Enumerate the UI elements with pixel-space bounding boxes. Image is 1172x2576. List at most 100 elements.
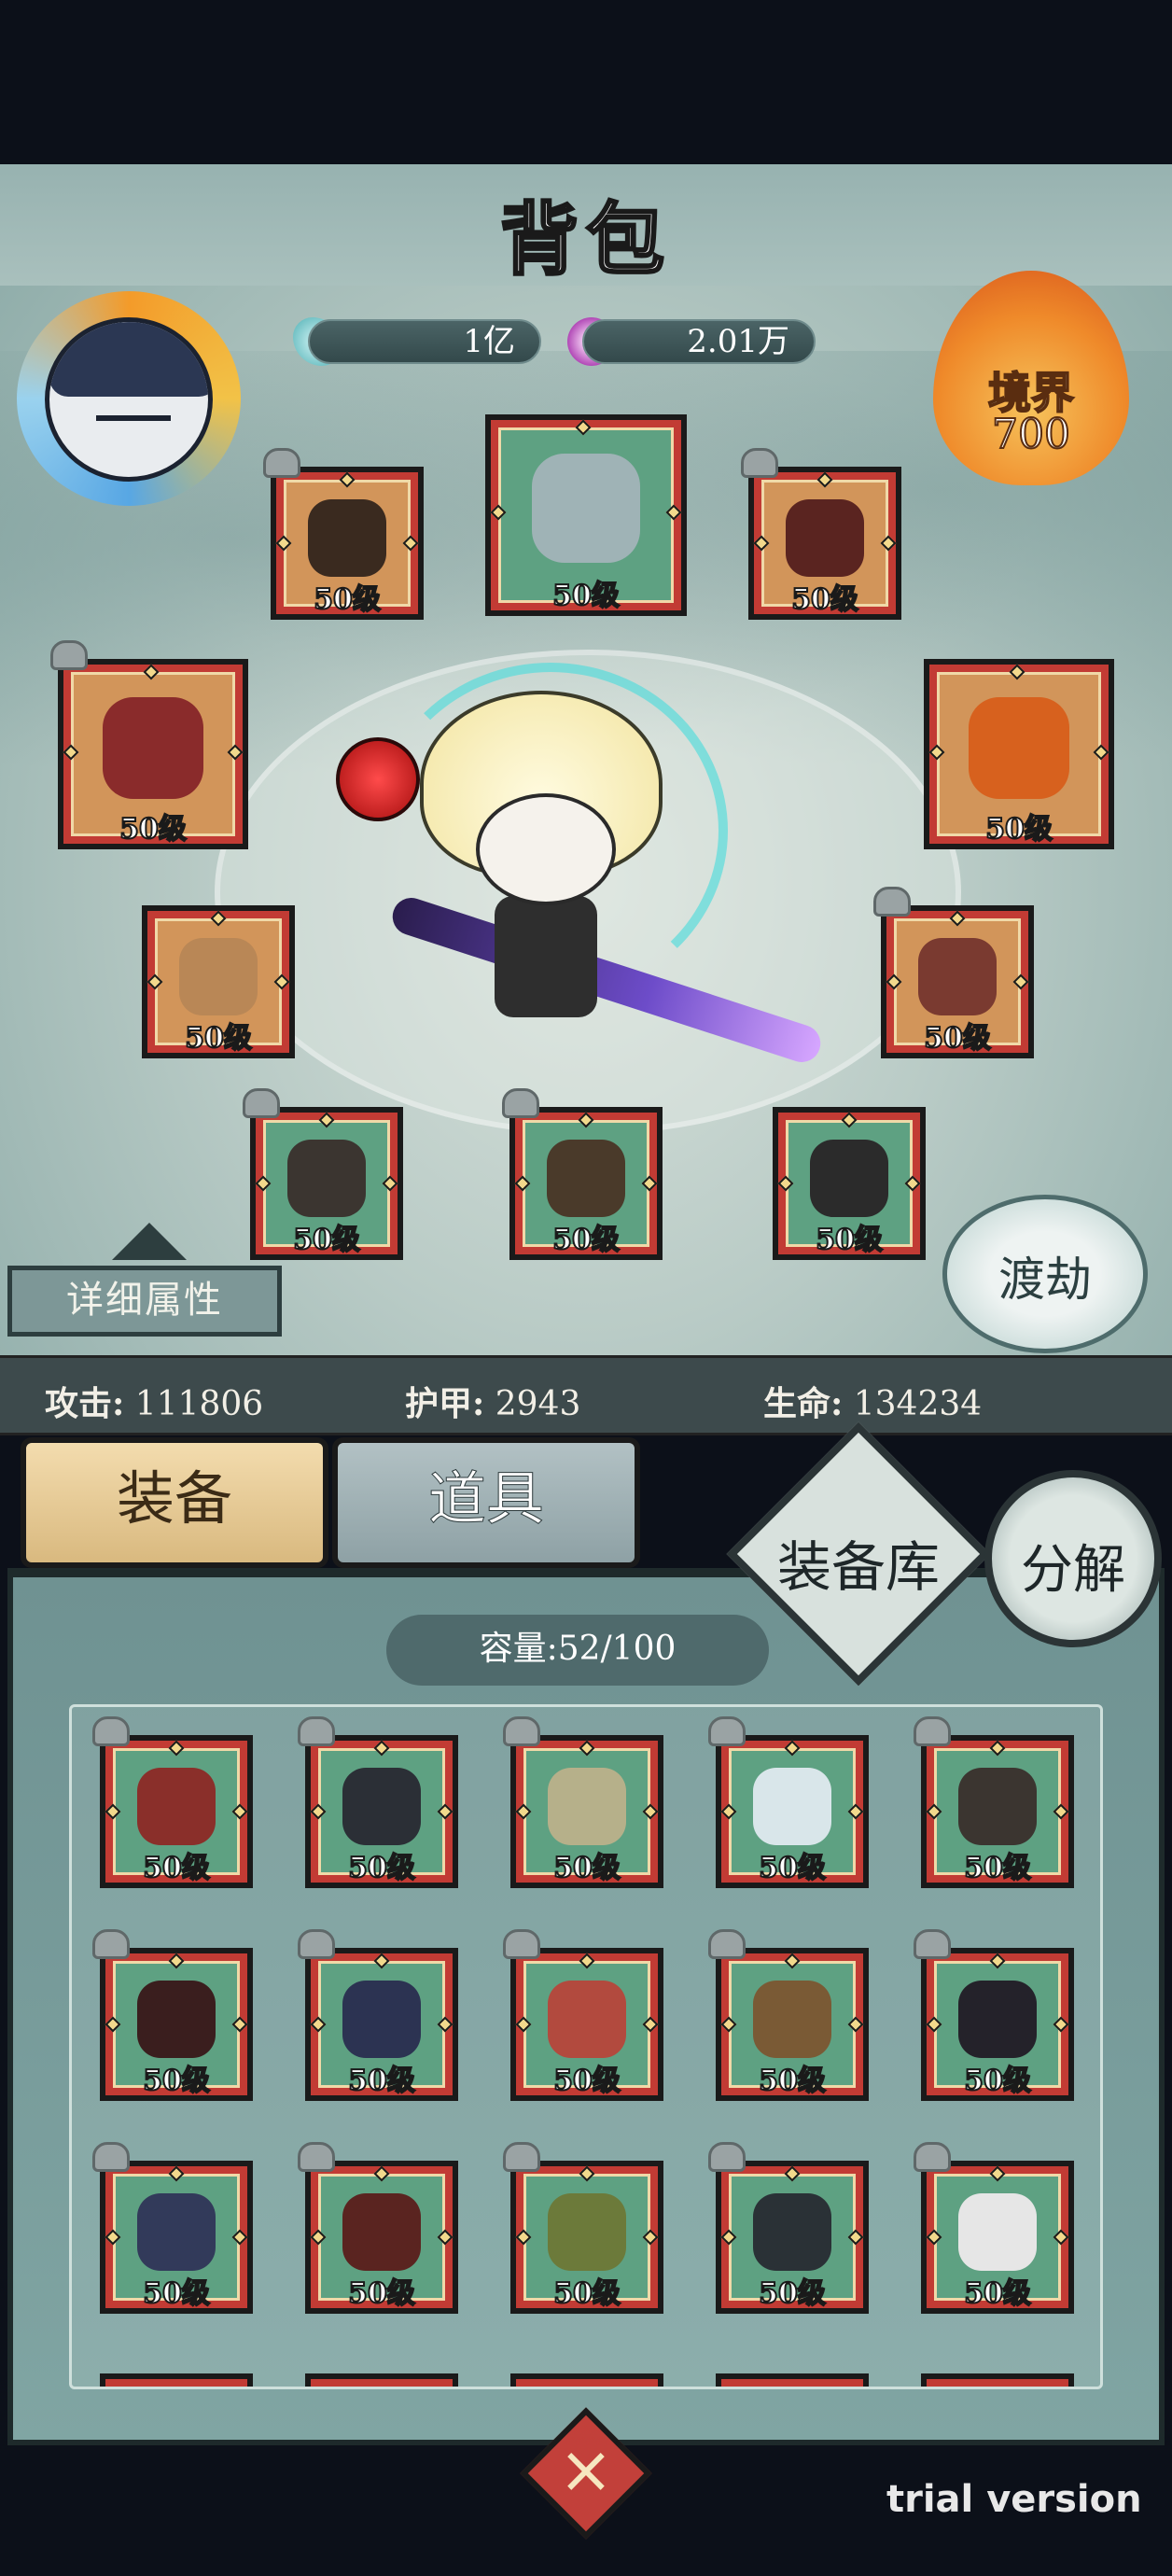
item-level-label: 50级 — [551, 1223, 621, 1257]
item-level-label: 50级 — [790, 582, 859, 617]
item-level-label: 50级 — [963, 2064, 1032, 2098]
equip-slot-hat[interactable]: 50级 — [142, 905, 295, 1058]
lock-icon — [298, 1929, 335, 1959]
equip-slot-swirl-charm[interactable]: 50级 — [924, 659, 1114, 849]
player-avatar[interactable] — [17, 291, 241, 506]
lock-icon — [914, 2142, 951, 2172]
lock-icon — [708, 1716, 746, 1746]
ring-icon — [308, 499, 386, 578]
bag-item-slot[interactable]: 50级 — [716, 1948, 869, 2101]
item-level-label: 50级 — [292, 1223, 361, 1257]
red-eye-orb — [336, 737, 420, 821]
item-level-label: 50级 — [815, 1223, 884, 1257]
lock-icon — [914, 1716, 951, 1746]
detail-attributes-button[interactable]: 详细属性 — [7, 1266, 282, 1337]
lock-icon — [298, 1716, 335, 1746]
swirl-charm-icon — [968, 696, 1070, 799]
skirt-icon — [810, 1140, 888, 1218]
bag-item-slot[interactable]: 50级 — [305, 2161, 458, 2314]
horned-helmet-icon — [137, 1768, 216, 1846]
item-level-label: 50级 — [552, 1851, 621, 1885]
bag-item-slot[interactable]: 50级 — [100, 1948, 253, 2101]
red-hat-icon — [548, 1981, 626, 2059]
lock-icon — [503, 1929, 540, 1959]
item-level-label: 50级 — [142, 2064, 211, 2098]
item-level-label: 50级 — [963, 1851, 1032, 1885]
stat-health: 生命: 134234 — [763, 1384, 983, 1423]
crystal-currency: 1亿 — [308, 319, 541, 364]
equip-slot-feather[interactable]: 50级 — [58, 659, 248, 849]
bag-item-slot[interactable]: 50级 — [921, 2161, 1074, 2314]
item-level-label: 50级 — [923, 1021, 992, 1056]
lock-icon — [708, 1929, 746, 1959]
top-status-area — [0, 0, 1172, 164]
bag-item-slot[interactable] — [510, 2373, 663, 2387]
lock-icon — [92, 1929, 130, 1959]
hat-icon — [179, 938, 258, 1016]
item-level-label: 50级 — [347, 1851, 416, 1885]
light-robe-icon — [548, 1768, 626, 1846]
bag-item-slot[interactable]: 50级 — [716, 1735, 869, 1888]
item-level-label: 50级 — [313, 582, 382, 617]
glove-icon — [786, 499, 864, 578]
trial-watermark: trial version — [886, 2478, 1142, 2521]
item-level-label: 50级 — [758, 2064, 827, 2098]
lock-icon — [92, 1716, 130, 1746]
equip-slot-necklace[interactable]: 50级 — [485, 414, 687, 616]
red-glove-icon — [342, 2193, 421, 2272]
bag-item-slot[interactable]: 50级 — [100, 1735, 253, 1888]
sword-icon — [342, 1768, 421, 1846]
lock-icon — [243, 1088, 280, 1118]
stat-attack: 攻击: 111806 — [45, 1384, 264, 1423]
bag-item-slot[interactable]: 50级 — [716, 2161, 869, 2314]
equip-slot-ring-top-left[interactable]: 50级 — [271, 467, 424, 620]
bag-item-slot[interactable]: 50级 — [305, 1735, 458, 1888]
equip-slot-glove[interactable]: 50级 — [748, 467, 901, 620]
stat-armor: 护甲: 2943 — [405, 1384, 581, 1423]
equip-slot-skirt[interactable]: 50级 — [773, 1107, 926, 1260]
item-level-label: 50级 — [347, 2276, 416, 2311]
bag-item-slot[interactable] — [716, 2373, 869, 2387]
item-level-label: 50级 — [142, 2276, 211, 2311]
equip-slot-boots[interactable]: 50级 — [509, 1107, 663, 1260]
green-robe-icon — [548, 2193, 626, 2272]
item-level-label: 50级 — [347, 2064, 416, 2098]
coin-currency: 2.01万 — [582, 319, 816, 364]
bag-item-slot[interactable]: 50级 — [921, 1948, 1074, 2101]
bag-item-slot[interactable] — [305, 2373, 458, 2387]
item-level-label: 50级 — [758, 2276, 827, 2311]
tab-equipment[interactable]: 装备 — [21, 1437, 328, 1568]
bead-robe-icon — [958, 1768, 1037, 1846]
item-level-label: 50级 — [984, 812, 1053, 847]
player-character — [336, 653, 826, 1083]
lock-icon — [263, 448, 300, 478]
bracer-blue-icon — [137, 2193, 216, 2272]
lock-icon — [92, 2142, 130, 2172]
feather-icon — [102, 696, 204, 799]
item-level-label: 50级 — [963, 2276, 1032, 2311]
item-level-label: 50级 — [184, 1021, 253, 1056]
bag-item-slot[interactable]: 50级 — [305, 1948, 458, 2101]
lock-icon — [503, 2142, 540, 2172]
bag-item-slot[interactable]: 50级 — [100, 2161, 253, 2314]
bag-item-slot[interactable]: 50级 — [921, 1735, 1074, 1888]
equip-slot-shoulder[interactable]: 50级 — [881, 905, 1034, 1058]
dark-armor-icon — [753, 2193, 831, 2272]
shoulder-icon — [918, 938, 997, 1016]
decompose-button[interactable]: 分解 — [984, 1470, 1162, 1647]
dujie-button[interactable]: 渡劫 — [942, 1195, 1148, 1353]
bag-item-slot[interactable]: 50级 — [510, 1948, 663, 2101]
bag-item-slot[interactable] — [921, 2373, 1074, 2387]
horn-icon — [958, 1981, 1037, 2059]
item-level-label: 50级 — [552, 2276, 621, 2311]
capacity-label: 容量:52/100 — [386, 1615, 769, 1686]
ornament-icon — [112, 1213, 187, 1260]
realm-badge[interactable]: 境界 700 — [924, 271, 1138, 495]
tab-items[interactable]: 道具 — [332, 1437, 640, 1568]
bag-item-slot[interactable]: 50级 — [510, 1735, 663, 1888]
dark-robe-icon — [137, 1981, 216, 2059]
equip-slot-robe[interactable]: 50级 — [250, 1107, 403, 1260]
bag-item-slot[interactable] — [100, 2373, 253, 2387]
lock-icon — [50, 640, 88, 670]
bag-item-slot[interactable]: 50级 — [510, 2161, 663, 2314]
